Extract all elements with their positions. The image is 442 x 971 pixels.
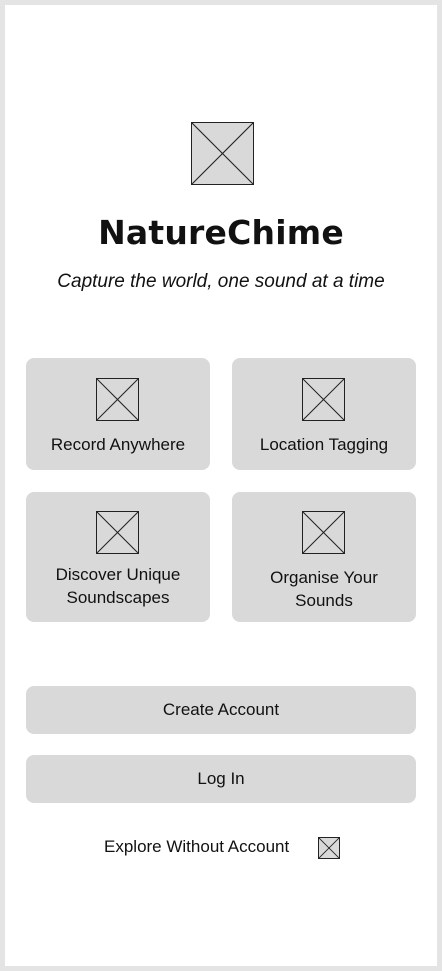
location-tagging-icon xyxy=(302,378,345,421)
feature-card-location-tagging[interactable]: Location Tagging xyxy=(232,358,416,470)
app-logo-icon xyxy=(191,122,254,185)
feature-card-organise-sounds[interactable]: Organise Your Sounds xyxy=(232,492,416,622)
feature-label-line-2: Sounds xyxy=(295,591,353,610)
feature-card-record-anywhere[interactable]: Record Anywhere xyxy=(26,358,210,470)
record-anywhere-icon xyxy=(96,378,139,421)
log-in-button[interactable]: Log In xyxy=(26,755,416,803)
feature-label: Location Tagging xyxy=(259,435,389,454)
create-account-button[interactable]: Create Account xyxy=(26,686,416,734)
explore-arrow-icon[interactable] xyxy=(318,837,340,859)
feature-label-line-2: Soundscapes xyxy=(66,588,170,607)
discover-soundscapes-icon xyxy=(96,511,139,554)
organise-sounds-icon xyxy=(302,511,345,554)
app-tagline: Capture the world, one sound at a time xyxy=(57,271,385,292)
feature-label-line-1: Discover Unique xyxy=(55,565,181,584)
app-title: NatureChime xyxy=(98,213,344,252)
welcome-screen: NatureChime Capture the world, one sound… xyxy=(5,5,437,966)
explore-without-account-link[interactable]: Explore Without Account xyxy=(104,837,289,857)
feature-label-line-1: Organise Your xyxy=(270,568,378,587)
feature-label: Record Anywhere xyxy=(50,435,186,454)
feature-card-discover-soundscapes[interactable]: Discover Unique Soundscapes xyxy=(26,492,210,622)
